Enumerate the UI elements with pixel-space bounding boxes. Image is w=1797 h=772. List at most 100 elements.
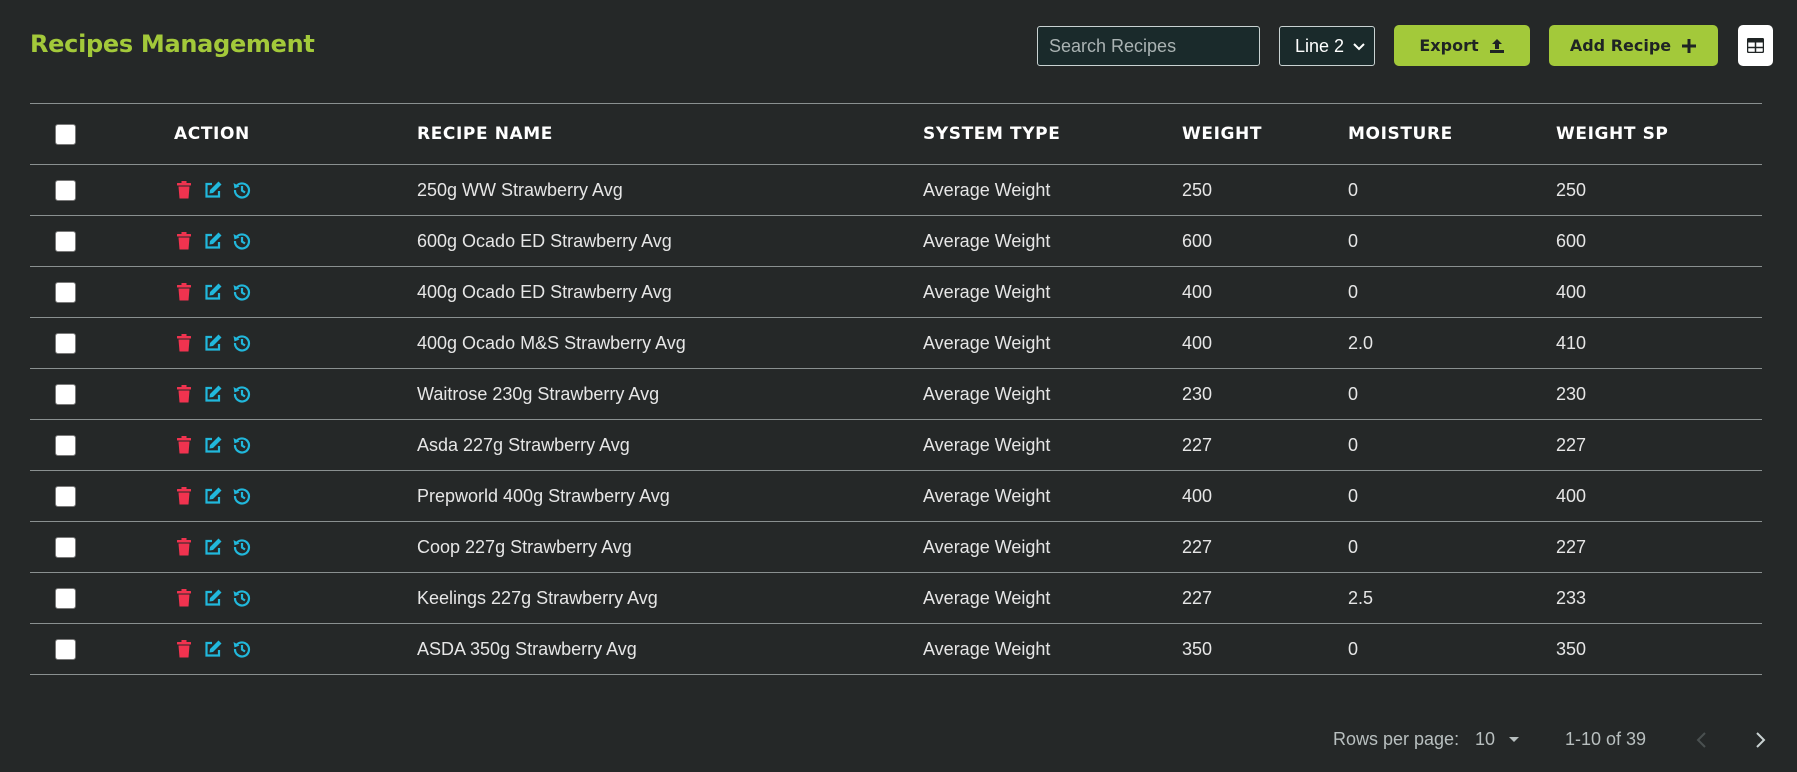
edit-icon[interactable]	[203, 282, 223, 302]
edit-icon[interactable]	[203, 588, 223, 608]
table-row[interactable]: Keelings 227g Strawberry Avg Average Weig…	[30, 573, 1762, 624]
row-checkbox[interactable]	[55, 332, 76, 354]
history-icon[interactable]	[232, 180, 252, 200]
table-row[interactable]: 250g WW Strawberry Avg Average Weight 250 0…	[30, 165, 1762, 216]
table-row[interactable]: Asda 227g Strawberry Avg Average Weight 22…	[30, 420, 1762, 471]
header-weight-sp[interactable]: WEIGHT SP	[1556, 104, 1669, 164]
row-checkbox[interactable]	[55, 434, 76, 456]
row-checkbox[interactable]	[55, 536, 76, 558]
history-icon[interactable]	[232, 231, 252, 251]
moisture-cell: 0	[1348, 281, 1359, 302]
line-select[interactable]: Line 2	[1279, 26, 1375, 66]
system-type-cell: Average Weight	[923, 434, 1051, 455]
trash-icon[interactable]	[174, 588, 194, 608]
add-recipe-button-label: Add Recipe	[1569, 36, 1672, 55]
select-all-checkbox[interactable]	[55, 123, 76, 145]
weight-cell: 350	[1182, 638, 1213, 659]
pagination-range: 1-10 of 39	[1565, 729, 1647, 749]
moisture-cell: 0	[1348, 536, 1359, 557]
weight-cell: 227	[1182, 536, 1213, 557]
header-moisture[interactable]: MOISTURE	[1348, 104, 1453, 164]
chevron-right-icon[interactable]	[1750, 730, 1770, 750]
row-actions	[174, 639, 252, 659]
header-recipe-name[interactable]: RECIPE NAME	[417, 104, 553, 164]
history-icon[interactable]	[232, 333, 252, 353]
weight-sp-cell: 350	[1556, 638, 1587, 659]
row-checkbox[interactable]	[55, 230, 76, 252]
edit-icon[interactable]	[203, 231, 223, 251]
history-icon[interactable]	[232, 486, 252, 506]
system-type-cell: Average Weight	[923, 536, 1051, 557]
export-button[interactable]: Export	[1394, 25, 1530, 66]
moisture-cell: 0	[1348, 638, 1359, 659]
weight-sp-cell: 233	[1556, 587, 1587, 608]
row-actions	[174, 231, 252, 251]
add-recipe-button[interactable]: Add Recipe	[1549, 25, 1718, 66]
trash-icon[interactable]	[174, 231, 194, 251]
header-weight[interactable]: WEIGHT	[1182, 104, 1262, 164]
rows-per-page-label: Rows per page:	[1333, 729, 1460, 749]
history-icon[interactable]	[232, 435, 252, 455]
table-body: 250g WW Strawberry Avg Average Weight 250 0…	[30, 165, 1762, 675]
rows-per-page-select[interactable]: 10	[1475, 729, 1520, 750]
row-actions	[174, 282, 252, 302]
moisture-cell: 0	[1348, 230, 1359, 251]
trash-icon[interactable]	[174, 384, 194, 404]
trash-icon[interactable]	[174, 282, 194, 302]
search-input[interactable]	[1037, 26, 1260, 66]
row-checkbox[interactable]	[55, 638, 76, 660]
table-row[interactable]: 400g Ocado M&S Strawberry Avg Average Wei…	[30, 318, 1762, 369]
trash-icon[interactable]	[174, 333, 194, 353]
table-row[interactable]: Coop 227g Strawberry Avg Average Weight 22…	[30, 522, 1762, 573]
row-actions	[174, 537, 252, 557]
moisture-cell: 2.0	[1348, 332, 1374, 353]
history-icon[interactable]	[232, 639, 252, 659]
header-system-type[interactable]: SYSTEM TYPE	[923, 104, 1060, 164]
recipes-table: ACTION RECIPE NAME SYSTEM TYPE WEIGHT MO…	[30, 103, 1762, 675]
row-actions	[174, 486, 252, 506]
row-checkbox[interactable]	[55, 179, 76, 201]
weight-sp-cell: 410	[1556, 332, 1587, 353]
row-actions	[174, 333, 252, 353]
history-icon[interactable]	[232, 588, 252, 608]
trash-icon[interactable]	[174, 537, 194, 557]
edit-icon[interactable]	[203, 180, 223, 200]
history-icon[interactable]	[232, 384, 252, 404]
chevron-left-icon[interactable]	[1692, 730, 1712, 750]
history-icon[interactable]	[232, 537, 252, 557]
table-row[interactable]: 600g Ocado ED Strawberry Avg Average Weig…	[30, 216, 1762, 267]
row-checkbox[interactable]	[55, 485, 76, 507]
history-icon[interactable]	[232, 282, 252, 302]
weight-cell: 400	[1182, 332, 1213, 353]
table-row[interactable]: Prepworld 400g Strawberry Avg Average Wei…	[30, 471, 1762, 522]
moisture-cell: 0	[1348, 383, 1359, 404]
edit-icon[interactable]	[203, 435, 223, 455]
table-row[interactable]: ASDA 350g Strawberry Avg Average Weight 35…	[30, 624, 1762, 675]
recipe-name-cell: Prepworld 400g Strawberry Avg	[417, 485, 670, 506]
trash-icon[interactable]	[174, 435, 194, 455]
weight-cell: 400	[1182, 281, 1213, 302]
recipe-name-cell: Waitrose 230g Strawberry Avg	[417, 383, 660, 404]
row-checkbox[interactable]	[55, 587, 76, 609]
weight-cell: 227	[1182, 587, 1213, 608]
edit-icon[interactable]	[203, 537, 223, 557]
weight-cell: 250	[1182, 179, 1213, 200]
system-type-cell: Average Weight	[923, 638, 1051, 659]
system-type-cell: Average Weight	[923, 332, 1051, 353]
trash-icon[interactable]	[174, 486, 194, 506]
line-select-value: Line 2	[1295, 35, 1345, 56]
trash-icon[interactable]	[174, 180, 194, 200]
trash-icon[interactable]	[174, 639, 194, 659]
moisture-cell: 2.5	[1348, 587, 1374, 608]
edit-icon[interactable]	[203, 486, 223, 506]
view-toggle-button[interactable]	[1738, 25, 1773, 66]
row-checkbox[interactable]	[55, 281, 76, 303]
edit-icon[interactable]	[203, 639, 223, 659]
weight-sp-cell: 227	[1556, 434, 1587, 455]
table-row[interactable]: 400g Ocado ED Strawberry Avg Average Weig…	[30, 267, 1762, 318]
edit-icon[interactable]	[203, 384, 223, 404]
edit-icon[interactable]	[203, 333, 223, 353]
row-checkbox[interactable]	[55, 383, 76, 405]
system-type-cell: Average Weight	[923, 281, 1051, 302]
table-row[interactable]: Waitrose 230g Strawberry Avg Average Weig…	[30, 369, 1762, 420]
